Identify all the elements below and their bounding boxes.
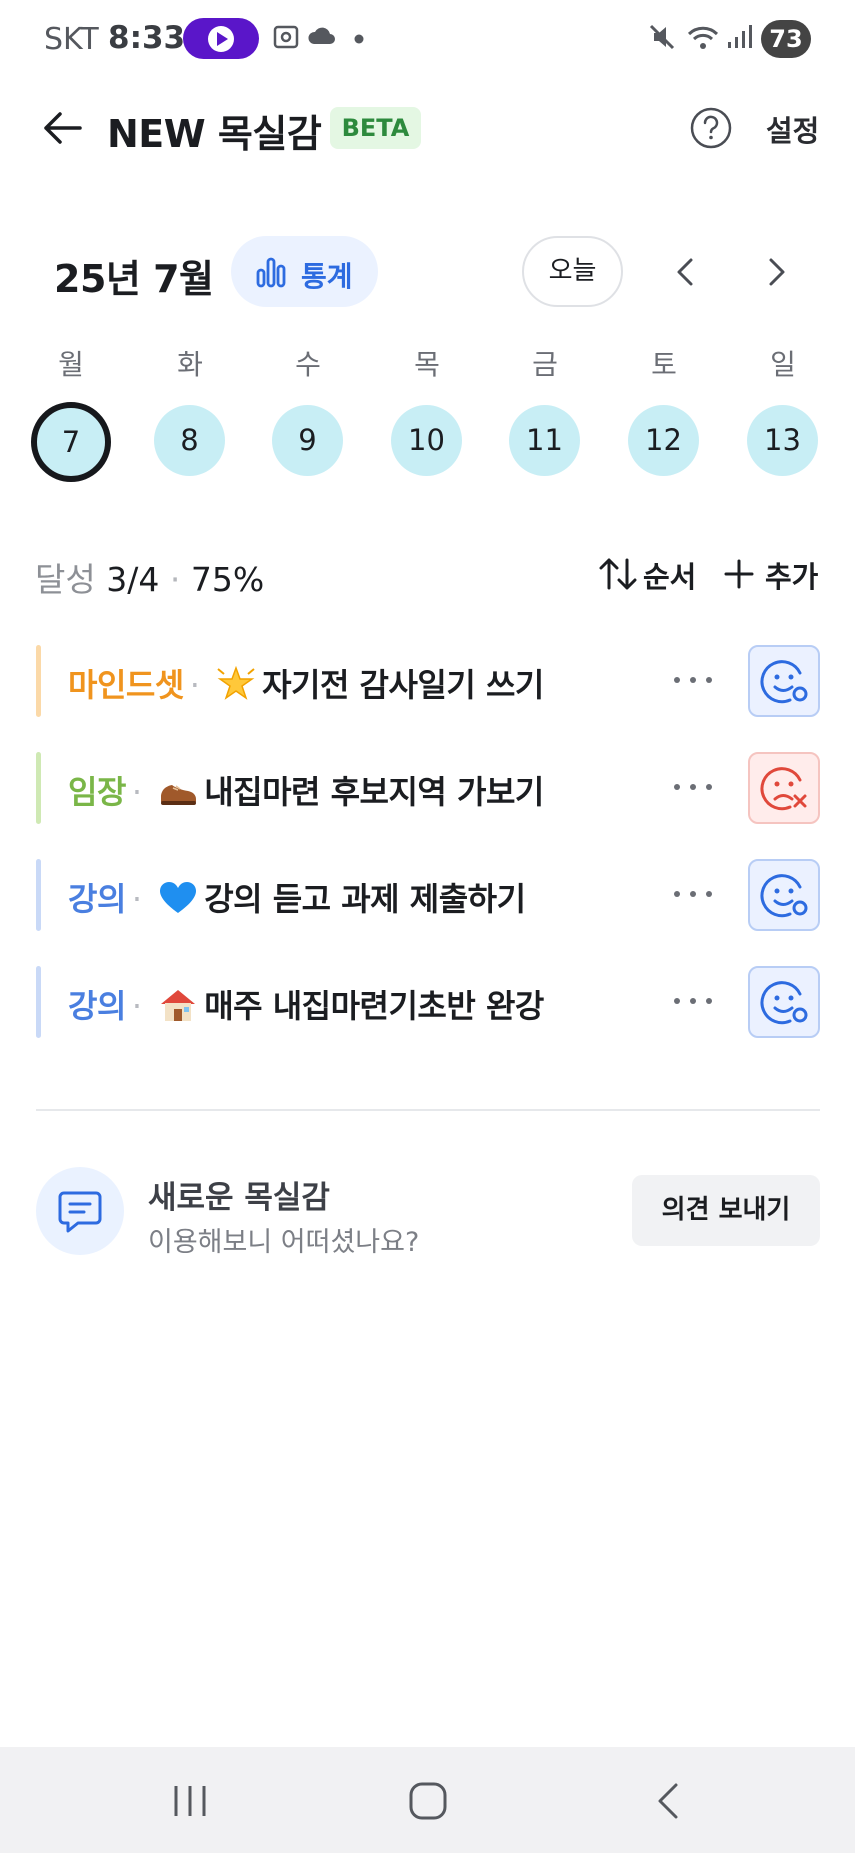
task-item[interactable]: 강의 · 강의 듣고 과제 제출하기 xyxy=(36,859,820,931)
sort-arrows-icon xyxy=(599,558,637,590)
settings-button[interactable]: 설정 xyxy=(766,108,819,150)
cloud-icon xyxy=(308,27,335,44)
task-category-bar xyxy=(36,752,41,824)
help-icon[interactable] xyxy=(690,107,732,149)
task-category: 강의 xyxy=(68,987,126,1025)
weekday-label: 금 xyxy=(532,348,558,381)
task-category: 강의 xyxy=(68,880,126,918)
achievement-percent: 75% xyxy=(190,560,265,599)
task-title: 내집마련 후보지역 가보기 xyxy=(204,773,544,811)
weekday-label: 화 xyxy=(177,348,203,381)
media-play-indicator-icon xyxy=(183,18,259,59)
month-label: 25년 7월 xyxy=(54,257,214,301)
app-header: NEW 목실감 BETA 설정 xyxy=(0,88,855,168)
task-text: 마인드셋 · 자기전 감사일기 쓰기 xyxy=(68,666,544,704)
system-back-icon[interactable] xyxy=(650,1781,686,1821)
task-item[interactable]: 임장 · 내집마련 후보지역 가보기 xyxy=(36,752,820,824)
divider xyxy=(36,1109,820,1111)
status-bar: SKT 8:33 73 xyxy=(0,0,855,80)
reorder-label: 순서 xyxy=(643,560,697,594)
weekday-label: 토 xyxy=(651,348,677,381)
task-text: 임장 · 내집마련 후보지역 가보기 xyxy=(68,773,544,811)
stats-label: 통계 xyxy=(301,260,353,293)
task-category: 마인드셋 xyxy=(68,666,184,704)
dot-icon xyxy=(354,34,364,44)
day-button[interactable]: 10 xyxy=(391,405,462,476)
bar-chart-icon xyxy=(256,257,286,288)
task-status-success[interactable] xyxy=(748,966,820,1038)
task-text: 강의 · 강의 듣고 과제 제출하기 xyxy=(68,880,526,918)
more-options-icon[interactable] xyxy=(671,665,715,695)
beta-badge: BETA xyxy=(330,107,421,149)
recent-apps-icon[interactable] xyxy=(170,1783,210,1819)
battery-indicator: 73 xyxy=(761,20,811,58)
mute-icon xyxy=(649,24,675,50)
achievement-summary: 달성 3/4 · 75% xyxy=(35,553,264,601)
more-options-icon[interactable] xyxy=(671,986,715,1016)
weekday-label: 월 xyxy=(58,348,84,381)
system-nav-bar xyxy=(0,1747,855,1853)
day-button-selected[interactable]: 7 xyxy=(31,402,111,482)
day-button[interactable]: 13 xyxy=(747,405,818,476)
task-item[interactable]: 강의 · 매주 내집마련기초반 완강 xyxy=(36,966,820,1038)
feedback-icon-container xyxy=(36,1167,124,1255)
today-button[interactable]: 오늘 xyxy=(522,236,623,307)
achievement-separator: · xyxy=(169,560,181,599)
screenshot-icon xyxy=(273,25,299,49)
task-item[interactable]: 마인드셋 · 자기전 감사일기 쓰기 xyxy=(36,645,820,717)
plus-icon xyxy=(724,559,754,589)
weekday-label: 목 xyxy=(414,348,440,381)
achievement-count: 3/4 xyxy=(106,560,160,599)
task-title: 자기전 감사일기 쓰기 xyxy=(262,666,544,704)
task-status-failed[interactable] xyxy=(748,752,820,824)
weekday-label: 일 xyxy=(770,348,796,381)
chat-bubble-icon xyxy=(58,1191,102,1233)
smile-face-icon xyxy=(760,981,808,1025)
task-status-success[interactable] xyxy=(748,645,820,717)
achievement-prefix: 달성 xyxy=(35,560,96,599)
task-title: 매주 내집마련기초반 완강 xyxy=(204,987,544,1025)
day-button[interactable]: 8 xyxy=(154,405,225,476)
back-arrow-icon[interactable] xyxy=(40,108,84,148)
task-category-bar xyxy=(36,859,41,931)
task-category-bar xyxy=(36,966,41,1038)
task-category: 임장 xyxy=(68,773,126,811)
add-label: 추가 xyxy=(765,560,819,594)
sad-face-icon xyxy=(760,767,807,811)
stats-button[interactable]: 통계 xyxy=(231,236,378,307)
home-icon[interactable] xyxy=(408,1781,448,1821)
shoe-icon xyxy=(161,785,197,805)
feedback-title: 새로운 목실감 xyxy=(148,1180,330,1216)
feedback-subtitle: 이용해보니 어떠셨나요? xyxy=(148,1227,420,1258)
chevron-left-icon[interactable] xyxy=(666,252,706,292)
task-text: 강의 · 매주 내집마련기초반 완강 xyxy=(68,987,544,1025)
day-button[interactable]: 11 xyxy=(509,405,580,476)
smile-face-icon xyxy=(760,874,808,918)
clock: 8:33 xyxy=(108,20,186,56)
glowing-star-icon xyxy=(217,666,255,700)
carrier-label: SKT xyxy=(44,22,99,57)
more-options-icon[interactable] xyxy=(671,879,715,909)
weekday-label: 수 xyxy=(295,348,321,381)
day-button[interactable]: 9 xyxy=(272,405,343,476)
task-status-success[interactable] xyxy=(748,859,820,931)
day-button[interactable]: 12 xyxy=(628,405,699,476)
wifi-icon xyxy=(687,26,719,49)
chevron-right-icon[interactable] xyxy=(756,252,796,292)
task-category-bar xyxy=(36,645,41,717)
task-title: 강의 듣고 과제 제출하기 xyxy=(204,880,526,918)
house-icon xyxy=(161,990,196,1021)
more-options-icon[interactable] xyxy=(671,772,715,802)
signal-icon xyxy=(728,25,752,48)
blue-heart-icon xyxy=(160,882,197,913)
smile-face-icon xyxy=(760,660,808,704)
send-feedback-button[interactable]: 의견 보내기 xyxy=(632,1175,820,1246)
page-title: NEW 목실감 xyxy=(107,112,322,156)
